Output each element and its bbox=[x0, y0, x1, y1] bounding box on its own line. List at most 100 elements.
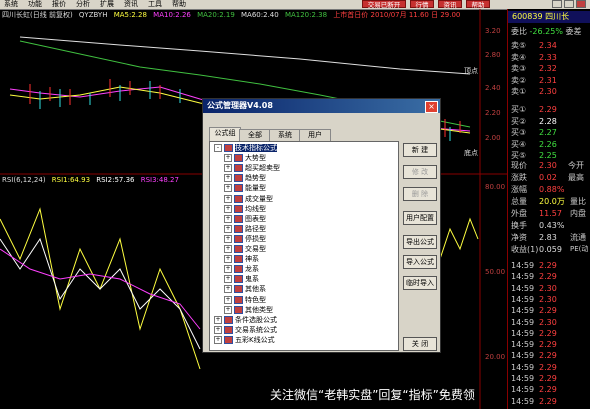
help-button[interactable]: 帮助 bbox=[466, 0, 490, 9]
menu-help[interactable]: 帮助 bbox=[172, 0, 186, 9]
expand-icon[interactable]: + bbox=[224, 224, 232, 233]
tree-node[interactable]: + 能量型 bbox=[224, 184, 266, 193]
tree-node[interactable]: + 其他系 bbox=[224, 285, 266, 294]
expand-icon[interactable]: + bbox=[224, 184, 232, 193]
formula-tree[interactable]: - 技术指标公式 + 大势型 + 超买超卖型 + 趋势型 + 能量型 + 成交量型 + 均线型 + 图表型 + 路… bbox=[209, 141, 399, 351]
delete-button[interactable]: 删 除 bbox=[403, 187, 437, 201]
user-config-button[interactable]: 用户配置 bbox=[403, 211, 437, 225]
axis-label: 20.00 bbox=[485, 353, 506, 361]
side-volratio: 量比 bbox=[570, 197, 586, 206]
news-button[interactable]: 资讯 bbox=[438, 0, 462, 9]
expand-icon[interactable]: + bbox=[224, 194, 232, 203]
new-button[interactable]: 新 建 bbox=[403, 143, 437, 157]
buy-row-value: 2.25 bbox=[539, 151, 557, 160]
tree-node[interactable]: + 停损型 bbox=[224, 234, 266, 244]
tree-node-label: 交易型 bbox=[245, 245, 266, 253]
stat-row-label: 总量 bbox=[511, 197, 527, 206]
maximize-icon[interactable] bbox=[564, 0, 574, 8]
expand-icon[interactable]: + bbox=[214, 335, 222, 344]
close-button[interactable]: 关 闭 bbox=[403, 337, 437, 351]
tab-all[interactable]: 全部 bbox=[239, 129, 271, 141]
close-icon[interactable] bbox=[576, 0, 586, 8]
tree-node[interactable]: + 鬼系 bbox=[224, 275, 259, 284]
tree-node-label: 路径型 bbox=[245, 224, 266, 233]
tree-node-label: 图表型 bbox=[245, 214, 266, 223]
expand-icon[interactable]: + bbox=[224, 285, 232, 294]
expand-icon[interactable]: + bbox=[224, 295, 232, 304]
tree-node[interactable]: - 技术指标公式 bbox=[214, 144, 277, 153]
expand-icon[interactable]: + bbox=[214, 315, 222, 324]
expand-icon[interactable]: + bbox=[224, 265, 232, 274]
chart-title: 四川长虹(日线 前复权) QYZBYH MA5:2.28 MA10:2.26 M… bbox=[2, 11, 461, 19]
expand-icon[interactable]: + bbox=[224, 234, 232, 243]
tree-node[interactable]: + 五彩K线公式 bbox=[214, 335, 275, 345]
sell-row: 卖⑤ 2.34 bbox=[511, 40, 557, 51]
menu-function[interactable]: 功能 bbox=[28, 0, 42, 9]
expand-icon[interactable]: + bbox=[224, 275, 232, 284]
tree-node[interactable]: + 趋势型 bbox=[224, 174, 266, 183]
expand-icon[interactable]: + bbox=[224, 174, 232, 183]
tree-node[interactable]: + 条件选股公式 bbox=[214, 315, 277, 325]
formula-folder-icon bbox=[234, 184, 243, 193]
minimize-icon[interactable] bbox=[552, 0, 562, 8]
tree-node[interactable]: + 均线型 bbox=[224, 204, 266, 214]
tree-node[interactable]: + 成交量型 bbox=[224, 194, 273, 204]
expand-icon[interactable]: - bbox=[214, 144, 222, 152]
tree-node[interactable]: + 超买超卖型 bbox=[224, 164, 280, 173]
menu-system[interactable]: 系统 bbox=[4, 0, 18, 9]
tree-node[interactable]: + 图表型 bbox=[224, 214, 266, 224]
sell-row-label: 卖⑤ bbox=[511, 41, 527, 50]
sell-row: 卖④ 2.33 bbox=[511, 52, 557, 63]
axis-label: 3.20 bbox=[485, 27, 501, 35]
tree-node[interactable]: + 特色型 bbox=[224, 295, 266, 305]
formula-folder-icon bbox=[234, 154, 243, 163]
tree-node[interactable]: + 大势型 bbox=[224, 154, 266, 163]
expand-icon[interactable]: + bbox=[224, 255, 232, 264]
tab-user[interactable]: 用户 bbox=[299, 129, 331, 141]
buy-row-value: 2.27 bbox=[539, 128, 557, 137]
menu-quote[interactable]: 报价 bbox=[52, 0, 66, 9]
sell-row-label: 卖② bbox=[511, 75, 527, 85]
modify-button[interactable]: 修 改 bbox=[403, 165, 437, 179]
formula-folder-icon bbox=[234, 174, 243, 183]
formula-folder-icon bbox=[234, 265, 243, 274]
axis-label: 80.00 bbox=[485, 183, 506, 191]
tree-node[interactable]: + 交易型 bbox=[224, 245, 266, 254]
expand-icon[interactable]: + bbox=[224, 164, 232, 173]
expand-icon[interactable]: + bbox=[224, 204, 232, 213]
tree-node[interactable]: + 神系 bbox=[224, 255, 259, 264]
expand-icon[interactable]: + bbox=[214, 325, 222, 334]
import-button[interactable]: 导入公式 bbox=[403, 255, 437, 269]
tab-groups[interactable]: 公式组 bbox=[209, 127, 241, 141]
trade-button[interactable]: 交易已断开 bbox=[362, 0, 406, 9]
menu-news[interactable]: 资讯 bbox=[124, 0, 138, 9]
tree-node[interactable]: + 龙系 bbox=[224, 265, 259, 274]
tick-row-label: 14:59 bbox=[511, 340, 535, 350]
stat-row: 净资 2.83 bbox=[511, 232, 557, 243]
expand-icon[interactable]: + bbox=[224, 154, 232, 163]
temp-import-button[interactable]: 临时导入 bbox=[403, 276, 437, 290]
tick-row-label: 14:59 bbox=[511, 306, 535, 316]
export-button[interactable]: 导出公式 bbox=[403, 235, 437, 249]
buy-row-value: 2.28 bbox=[539, 116, 557, 126]
expand-icon[interactable]: + bbox=[224, 214, 232, 223]
formula-folder-icon bbox=[234, 245, 243, 253]
menu-extend[interactable]: 扩展 bbox=[100, 0, 114, 9]
buy-row-value: 2.29 bbox=[539, 105, 557, 114]
expand-icon[interactable]: + bbox=[224, 245, 232, 253]
side-inner: 内盘 bbox=[570, 209, 586, 218]
menu-analysis[interactable]: 分析 bbox=[76, 0, 90, 9]
quote-button[interactable]: 行情 bbox=[410, 0, 434, 9]
tree-node[interactable]: + 交易系统公式 bbox=[214, 325, 277, 335]
expand-icon[interactable]: + bbox=[224, 305, 232, 314]
sell-row-label: 卖① bbox=[511, 87, 527, 96]
dialog-close-icon[interactable]: × bbox=[425, 101, 438, 113]
menu-tools[interactable]: 工具 bbox=[148, 0, 162, 9]
tree-node[interactable]: + 其他类型 bbox=[224, 305, 273, 315]
tab-system[interactable]: 系统 bbox=[269, 129, 301, 141]
tree-node[interactable]: + 路径型 bbox=[224, 224, 266, 234]
stat-row-value: 0.02 bbox=[539, 173, 557, 182]
stat-row: 外盘 11.57 bbox=[511, 208, 562, 219]
sell-row: 卖③ 2.32 bbox=[511, 63, 557, 74]
stat-row-label: 涨幅 bbox=[511, 185, 527, 194]
